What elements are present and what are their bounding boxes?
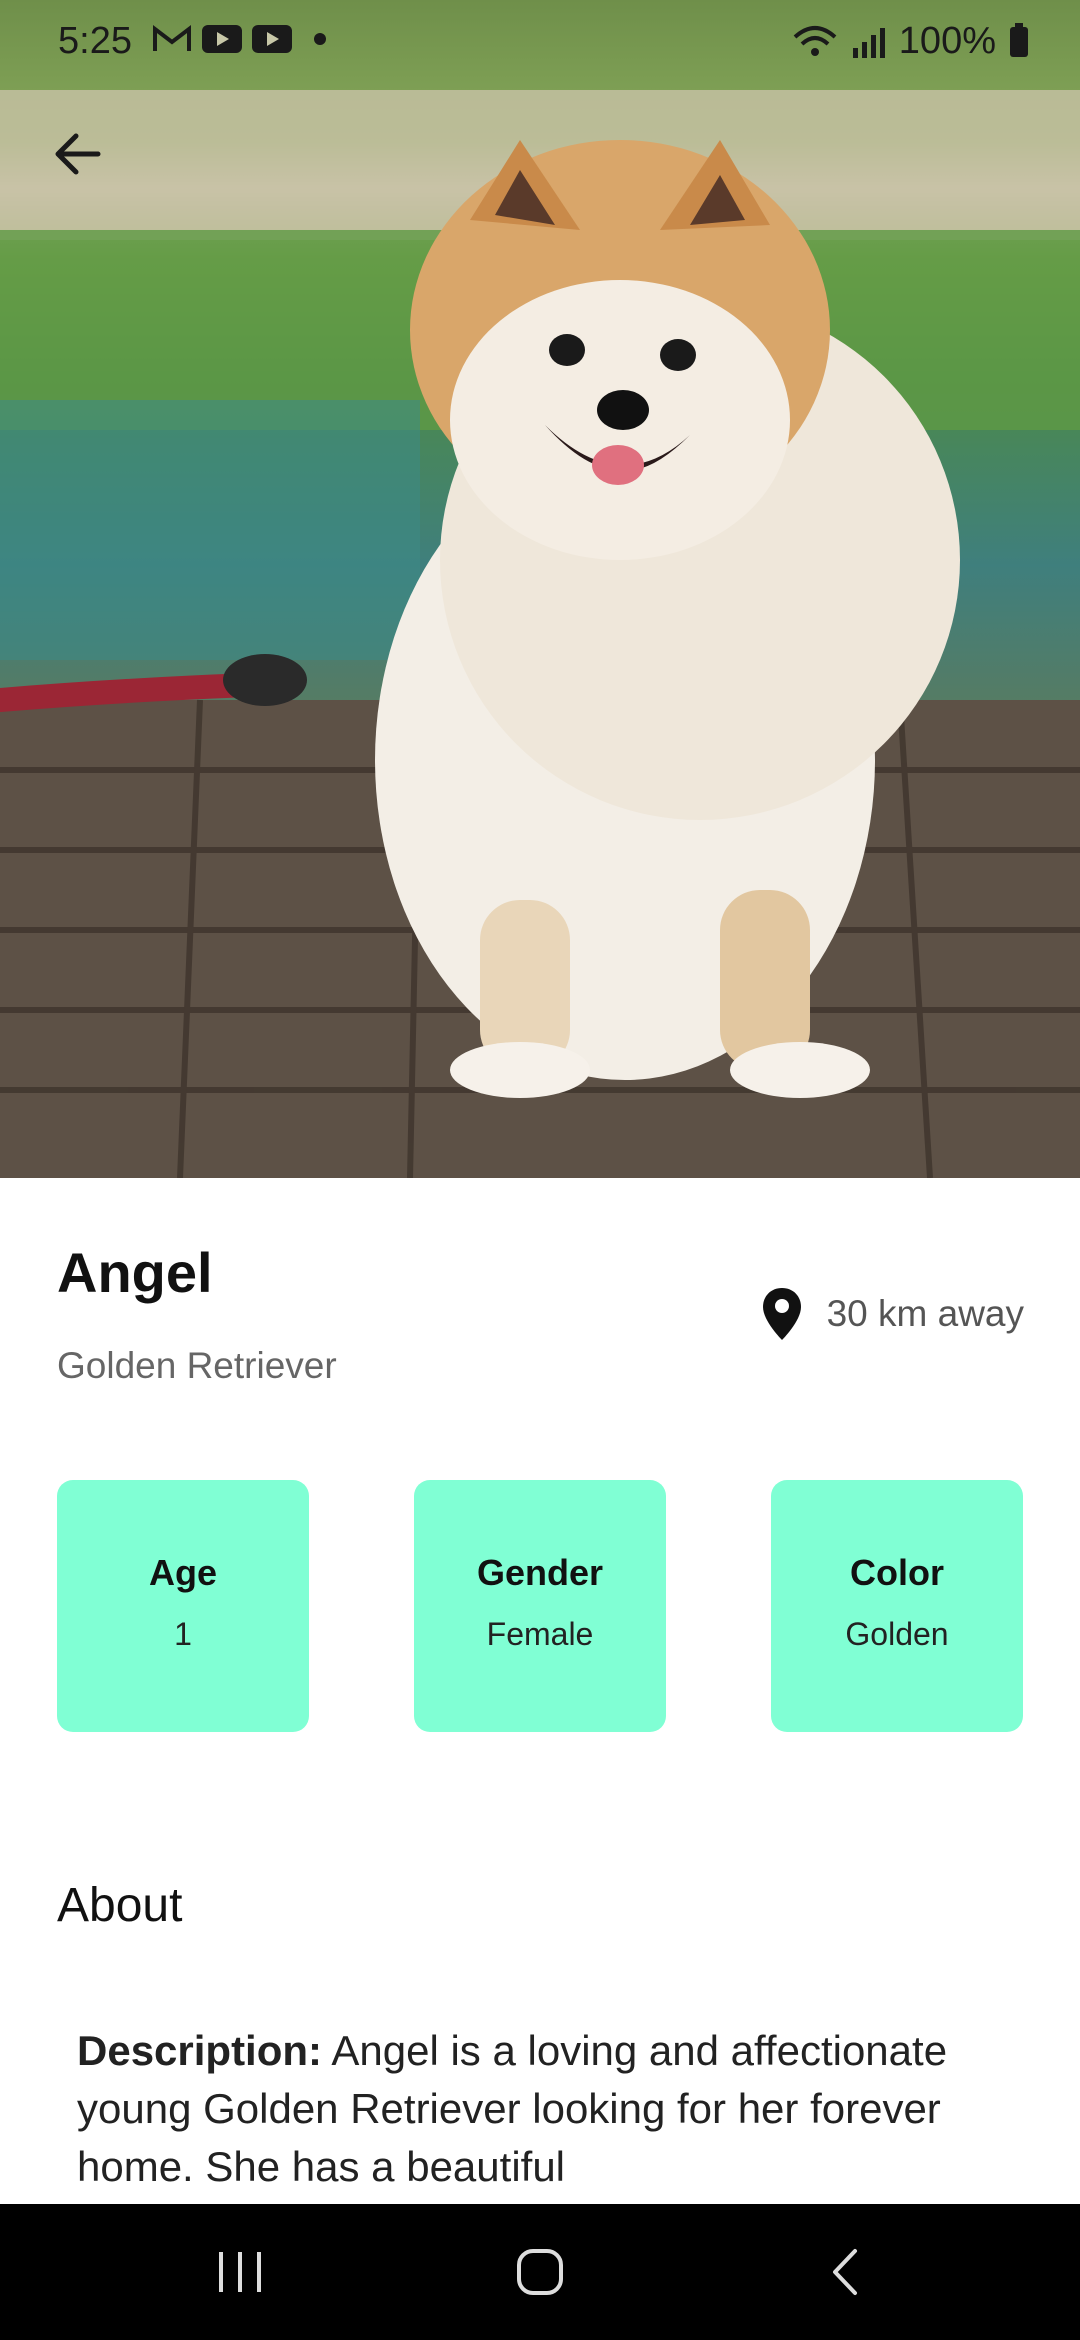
status-time: 5:25	[58, 20, 132, 62]
battery-icon	[1010, 22, 1028, 57]
attribute-cards: Age 1 Gender Female Color Golden	[57, 1480, 1023, 1732]
notification-icons	[152, 24, 326, 54]
location-info: 30 km away	[761, 1286, 1024, 1342]
pet-breed: Golden Retriever	[57, 1345, 337, 1386]
status-bar: 5:25 100%	[0, 0, 1080, 84]
youtube-icon	[252, 25, 292, 53]
system-status: 100%	[793, 20, 1028, 63]
distance-text: 30 km away	[826, 1293, 1024, 1334]
back-button[interactable]	[48, 124, 108, 184]
recent-apps-icon	[219, 2252, 261, 2292]
card-value: Golden	[845, 1615, 949, 1652]
about-heading: About	[57, 1879, 183, 1932]
description-text: Description: Angel is a loving and affec…	[77, 2022, 1017, 2202]
nav-back-button[interactable]	[785, 2204, 905, 2340]
home-icon	[517, 2249, 563, 2295]
back-icon	[833, 2249, 857, 2295]
arrow-left-icon	[55, 133, 101, 175]
home-button[interactable]	[480, 2204, 600, 2340]
pet-photo	[0, 0, 1080, 1178]
card-title: Gender	[476, 1551, 604, 1593]
youtube-icon	[202, 25, 242, 53]
color-card: Color Golden	[771, 1480, 1023, 1732]
gender-card: Gender Female	[414, 1480, 666, 1732]
recent-apps-button[interactable]	[180, 2204, 300, 2340]
description-label: Description:	[77, 2027, 323, 2074]
pet-photo-illustration	[0, 90, 1080, 1178]
age-card: Age 1	[57, 1480, 309, 1732]
gmail-icon	[153, 24, 191, 51]
signal-icon	[852, 27, 885, 58]
card-value: 1	[174, 1615, 192, 1652]
battery-percentage: 100%	[898, 20, 996, 62]
notification-dot	[314, 33, 326, 45]
card-title: Age	[148, 1551, 217, 1593]
card-value: Female	[486, 1615, 594, 1652]
wifi-icon	[793, 25, 837, 56]
pet-name: Angel	[57, 1241, 213, 1304]
map-pin-icon	[762, 1288, 801, 1340]
card-title: Color	[850, 1551, 944, 1593]
system-nav-bar	[0, 2204, 1080, 2340]
